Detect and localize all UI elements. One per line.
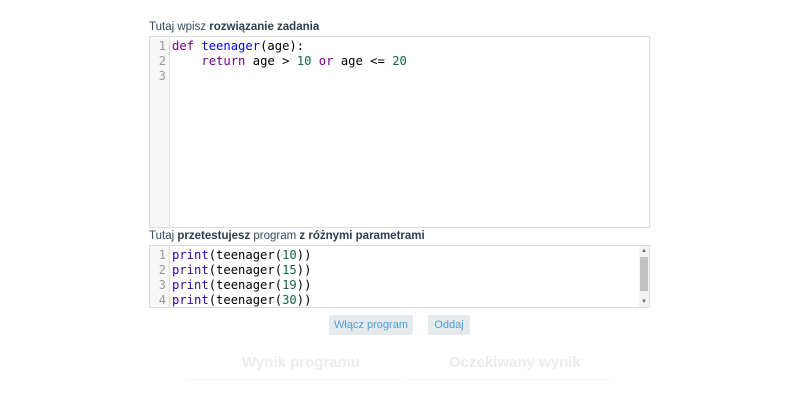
line-number: 1 [158, 39, 166, 53]
scroll-down-arrow-icon[interactable]: ▼ [639, 297, 649, 307]
expected-output-title: Oczekiwany wynik [449, 354, 581, 371]
line-number: 2 [158, 54, 166, 68]
line-number: 1 [158, 248, 166, 262]
code-token: or [318, 54, 334, 68]
code-token: )) [296, 293, 312, 307]
code-token: age <= [333, 54, 393, 68]
solution-editor-gutter: 123 [150, 37, 170, 227]
program-output-divider [186, 379, 401, 380]
code-token: print [172, 263, 209, 277]
line-number: 3 [158, 278, 166, 292]
scrollbar-thumb[interactable] [640, 257, 648, 291]
test-label-part2: program [250, 230, 300, 242]
code-line[interactable]: def teenager(age): [172, 39, 304, 54]
solution-label-bold: rozwiązanie zadania [209, 21, 320, 33]
test-label: Tutaj przetestujesz program z różnymi pa… [149, 230, 425, 242]
code-token: (teenager( [208, 248, 283, 262]
submit-button[interactable]: Oddaj [428, 315, 470, 335]
code-line[interactable]: print(teenager(30)) [172, 293, 312, 307]
code-token: 19 [282, 278, 297, 292]
test-editor-scrollbar[interactable]: ▲ ▼ [639, 246, 649, 307]
line-number: 2 [158, 263, 166, 277]
code-token: )) [296, 263, 312, 277]
code-token: age > [245, 54, 297, 68]
code-line[interactable]: return age > 10 or age <= 20 [172, 54, 407, 69]
code-token: )) [296, 248, 312, 262]
code-token: (teenager( [208, 278, 283, 292]
solution-label-prefix: Tutaj wpisz [149, 21, 210, 33]
code-line[interactable]: print(teenager(10)) [172, 248, 311, 263]
scroll-up-arrow-icon[interactable]: ▲ [639, 246, 649, 256]
code-token: print [172, 293, 209, 307]
code-token: (age): [260, 39, 305, 53]
line-number: 4 [158, 293, 166, 307]
line-number: 3 [158, 69, 166, 83]
code-token: )) [296, 278, 312, 292]
code-token: (teenager( [208, 263, 283, 277]
code-token: 10 [296, 54, 312, 68]
code-token: print [172, 248, 209, 262]
code-token: print [172, 278, 209, 292]
solution-label: Tutaj wpisz rozwiązanie zadania [149, 21, 319, 33]
run-program-button[interactable]: Włącz program [329, 315, 413, 335]
code-token: return [201, 54, 246, 68]
test-label-bold2: z różnymi parametrami [299, 230, 425, 242]
code-token: 20 [392, 54, 407, 68]
expected-output-divider [405, 379, 612, 380]
code-token: 30 [282, 293, 297, 307]
test-label-part1: Tutaj [149, 230, 178, 242]
code-token: 10 [282, 248, 297, 262]
code-token: teenager [201, 39, 261, 53]
code-line[interactable]: print(teenager(19)) [172, 278, 311, 293]
solution-code-editor[interactable]: 123 def teenager(age): return age > 10 o… [149, 36, 650, 228]
test-editor-gutter: 1234 [150, 246, 170, 307]
program-output-title: Wynik programu [242, 354, 361, 371]
test-label-bold1: przetestujesz [177, 230, 251, 242]
code-token: (teenager( [208, 293, 283, 307]
code-token: def [172, 39, 195, 53]
code-line[interactable]: print(teenager(15)) [172, 263, 311, 278]
test-code-editor[interactable]: 1234 print(teenager(10)) print(teenager(1… [149, 245, 650, 308]
code-token: 15 [282, 263, 297, 277]
